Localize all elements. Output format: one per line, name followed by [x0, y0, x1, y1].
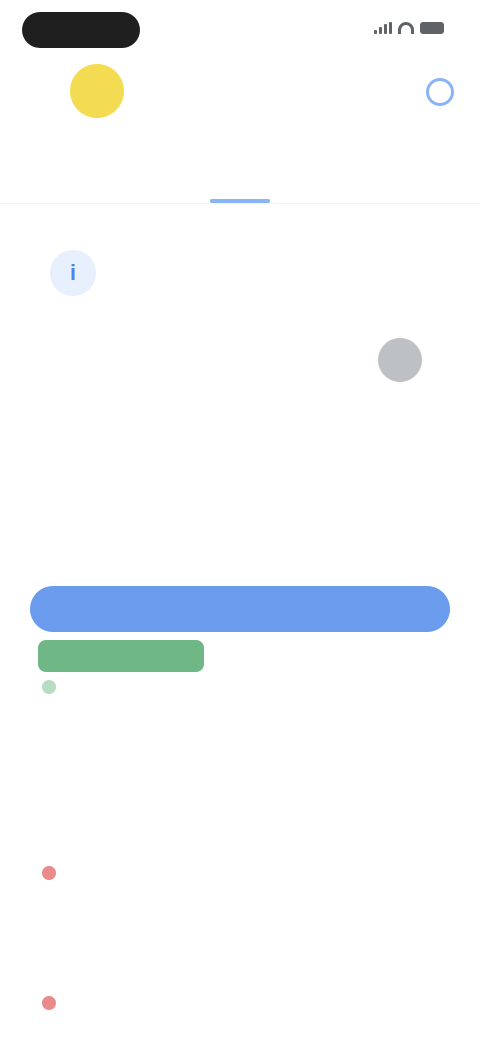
status-bar	[0, 0, 480, 56]
tab-2[interactable]	[111, 153, 183, 193]
range-indicator	[38, 640, 204, 672]
tab-3[interactable]	[204, 153, 276, 203]
info-banner[interactable]: i	[40, 236, 440, 312]
follow-icon[interactable]	[426, 78, 454, 106]
wifi-icon	[398, 22, 414, 34]
list-item[interactable]	[42, 680, 442, 712]
negative-dot-icon	[42, 866, 56, 880]
negative-dot-icon	[42, 996, 56, 1010]
stock-logo	[70, 64, 124, 118]
stock-header	[0, 60, 480, 132]
status-icons	[374, 22, 444, 34]
tab-4[interactable]	[297, 153, 369, 193]
info-icon: i	[50, 250, 96, 296]
tab-bar	[0, 142, 480, 204]
positive-dot-icon	[42, 680, 56, 694]
list-item[interactable]	[42, 866, 442, 898]
status-time	[22, 12, 140, 48]
list-item[interactable]	[42, 996, 442, 1010]
range-bar	[30, 586, 450, 632]
tab-5[interactable]	[390, 153, 462, 193]
tab-1[interactable]	[18, 153, 90, 193]
alert-toggle[interactable]	[378, 338, 422, 382]
signal-icon	[374, 22, 392, 34]
alert-row	[40, 332, 440, 388]
battery-icon	[420, 22, 444, 34]
